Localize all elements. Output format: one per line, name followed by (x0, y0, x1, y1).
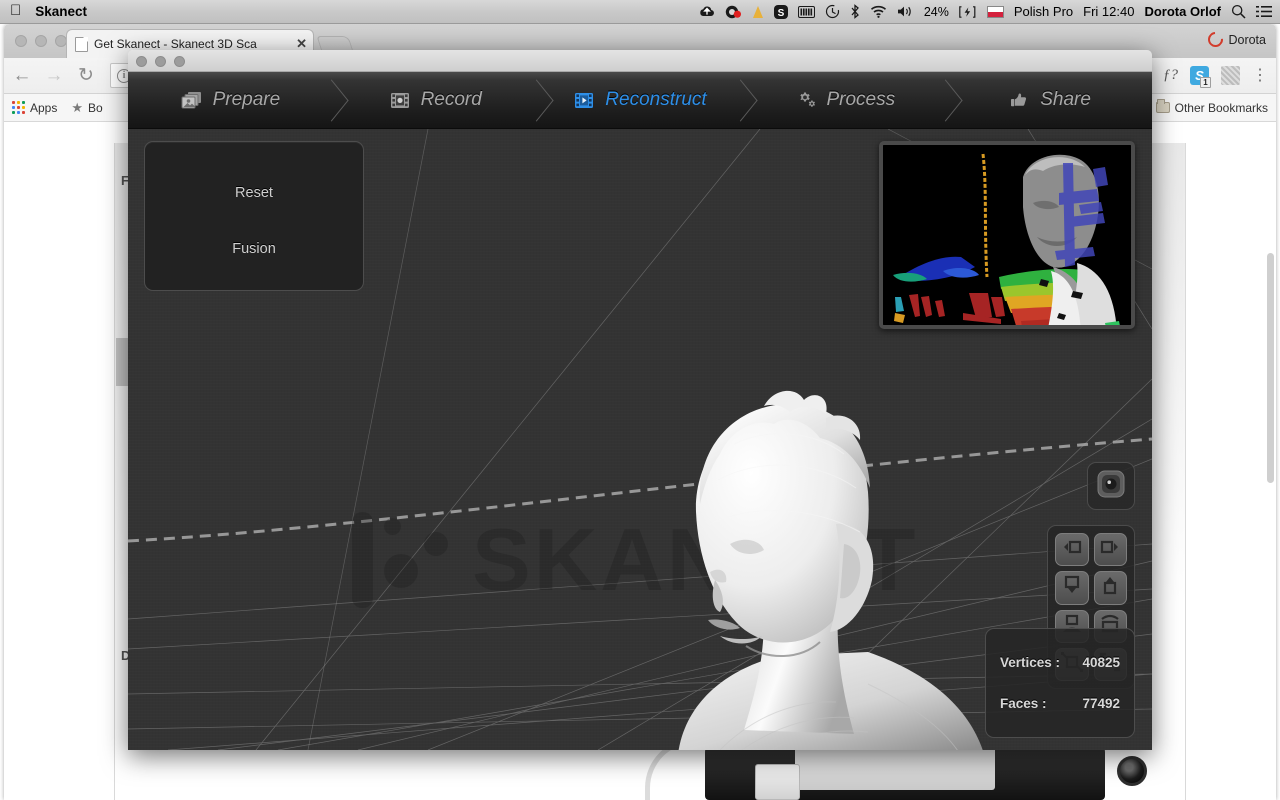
volume-icon[interactable] (897, 5, 914, 18)
view-bottom-icon (1061, 574, 1083, 601)
nav-step-process[interactable]: Process (742, 72, 947, 128)
film-play-icon (573, 90, 595, 110)
svg-text:S: S (778, 8, 785, 19)
depth-point-cloud (883, 145, 1135, 329)
apps-shortcut[interactable]: Apps (12, 101, 57, 115)
fusion-label[interactable]: Fusion (232, 241, 276, 257)
screen-root:  Skanect S (0, 0, 1280, 800)
grey-extension-icon[interactable] (1221, 66, 1240, 85)
nav-step-prepare[interactable]: Prepare (128, 72, 333, 128)
view-right-icon (1098, 537, 1122, 562)
faces-value: 77492 (1082, 696, 1120, 711)
faces-label: Faces : (1000, 696, 1047, 711)
film-reel-icon (389, 90, 411, 110)
battery-meter-icon[interactable] (798, 6, 815, 18)
skanect-window: Prepare Record Reconstruct Process (128, 50, 1152, 750)
sensor-lens (1117, 756, 1147, 786)
other-bookmarks-folder[interactable]: Other Bookmarks (1156, 101, 1268, 115)
bookmark-label: Bo (88, 101, 103, 115)
browser-tab-title: Get Skanect - Skanect 3D Sca (94, 37, 292, 51)
gears-icon (794, 90, 816, 110)
vertices-value: 40825 (1082, 655, 1120, 670)
view-left-icon (1060, 537, 1084, 562)
function-extension-icon[interactable]: ƒ? (1163, 67, 1178, 84)
reset-label[interactable]: Reset (235, 185, 273, 201)
skanect-close-button[interactable] (136, 56, 147, 67)
input-source-label[interactable]: Polish Pro (1014, 4, 1073, 19)
skanect-wizard-nav: Prepare Record Reconstruct Process (128, 72, 1152, 129)
view-bottom-button[interactable] (1055, 571, 1089, 604)
profile-sync-icon (1205, 29, 1226, 50)
notification-center-icon[interactable] (1256, 5, 1272, 18)
cloud-upload-icon[interactable] (699, 5, 715, 18)
skanect-window-controls[interactable] (136, 56, 185, 67)
nav-step-share[interactable]: Share (947, 72, 1152, 128)
menubar-app-name[interactable]: Skanect (35, 4, 87, 19)
nav-step-reconstruct-label: Reconstruct (605, 89, 706, 111)
time-machine-icon[interactable] (825, 4, 840, 19)
view-left-button[interactable] (1055, 533, 1089, 566)
sensor-plug (755, 764, 800, 800)
bookmark-item[interactable]: ★ Bo (71, 100, 102, 116)
skype-extension-badge: 1 (1200, 77, 1211, 88)
scanned-3d-model (568, 384, 1038, 750)
nav-step-record-label: Record (421, 89, 482, 111)
forward-arrow-icon[interactable]: → (44, 66, 64, 85)
chrome-profile-button[interactable]: Dorota (1208, 32, 1266, 47)
kebab-menu-icon[interactable]: ⋮ (1252, 70, 1268, 82)
warning-cone-icon[interactable] (752, 5, 764, 19)
camera-snapshot-icon (1096, 469, 1126, 504)
other-bookmarks-label: Other Bookmarks (1175, 101, 1268, 115)
nav-step-record[interactable]: Record (333, 72, 538, 128)
reload-icon[interactable]: ↻ (76, 66, 96, 85)
skype-icon[interactable]: S (774, 5, 788, 19)
view-top-icon (1099, 574, 1121, 601)
battery-charging-icon[interactable] (959, 6, 977, 18)
nav-step-share-label: Share (1040, 89, 1091, 111)
page-icon (75, 37, 88, 52)
3d-viewport[interactable]: SKANECT (128, 129, 1152, 750)
reconstruct-left-panel: Reset Fusion (144, 141, 364, 291)
star-icon: ★ (71, 100, 83, 116)
skanect-zoom-button[interactable] (174, 56, 185, 67)
skanect-minimize-button[interactable] (155, 56, 166, 67)
vertices-label: Vertices : (1000, 655, 1060, 670)
skype-extension-icon[interactable]: S 1 (1190, 66, 1209, 85)
apps-label: Apps (30, 101, 57, 115)
chrome-window-controls[interactable] (15, 35, 67, 47)
depth-preview-panel[interactable] (879, 141, 1135, 329)
dropbox-badge-icon[interactable] (725, 5, 742, 19)
snapshot-button[interactable] (1087, 462, 1135, 510)
layers-icon (181, 90, 203, 110)
flag-pro-label: PRO (988, 12, 1003, 18)
macos-menubar:  Skanect S (0, 0, 1280, 24)
menubar-clock[interactable]: Fri 12:40 (1083, 4, 1134, 19)
nav-step-process-label: Process (826, 89, 895, 111)
folder-icon (1156, 102, 1170, 113)
back-arrow-icon[interactable]: ← (12, 66, 32, 85)
apple-logo-icon[interactable]:  (10, 3, 21, 18)
page-scrollbar[interactable] (1267, 253, 1274, 483)
battery-percent-label: 24% (924, 5, 949, 19)
faces-row: Faces : 77492 (1000, 696, 1120, 711)
view-top-button[interactable] (1094, 571, 1128, 604)
nav-step-prepare-label: Prepare (213, 89, 281, 111)
menubar-user-name[interactable]: Dorota Orlof (1144, 4, 1221, 19)
chrome-profile-name: Dorota (1228, 33, 1266, 47)
thumbs-up-icon (1008, 90, 1030, 110)
keyboard-flag-icon[interactable]: PRO (987, 6, 1004, 18)
chrome-close-button[interactable] (15, 35, 27, 47)
mesh-stats-panel: Vertices : 40825 Faces : 77492 (985, 628, 1135, 738)
search-icon[interactable] (1231, 4, 1246, 19)
wifi-icon[interactable] (870, 5, 887, 18)
nav-step-reconstruct[interactable]: Reconstruct (538, 72, 743, 128)
vertices-row: Vertices : 40825 (1000, 655, 1120, 670)
bluetooth-icon[interactable] (850, 4, 860, 19)
chrome-minimize-button[interactable] (35, 35, 47, 47)
view-right-button[interactable] (1094, 533, 1128, 566)
apps-grid-icon (12, 101, 25, 114)
skanect-titlebar[interactable] (128, 50, 1152, 72)
